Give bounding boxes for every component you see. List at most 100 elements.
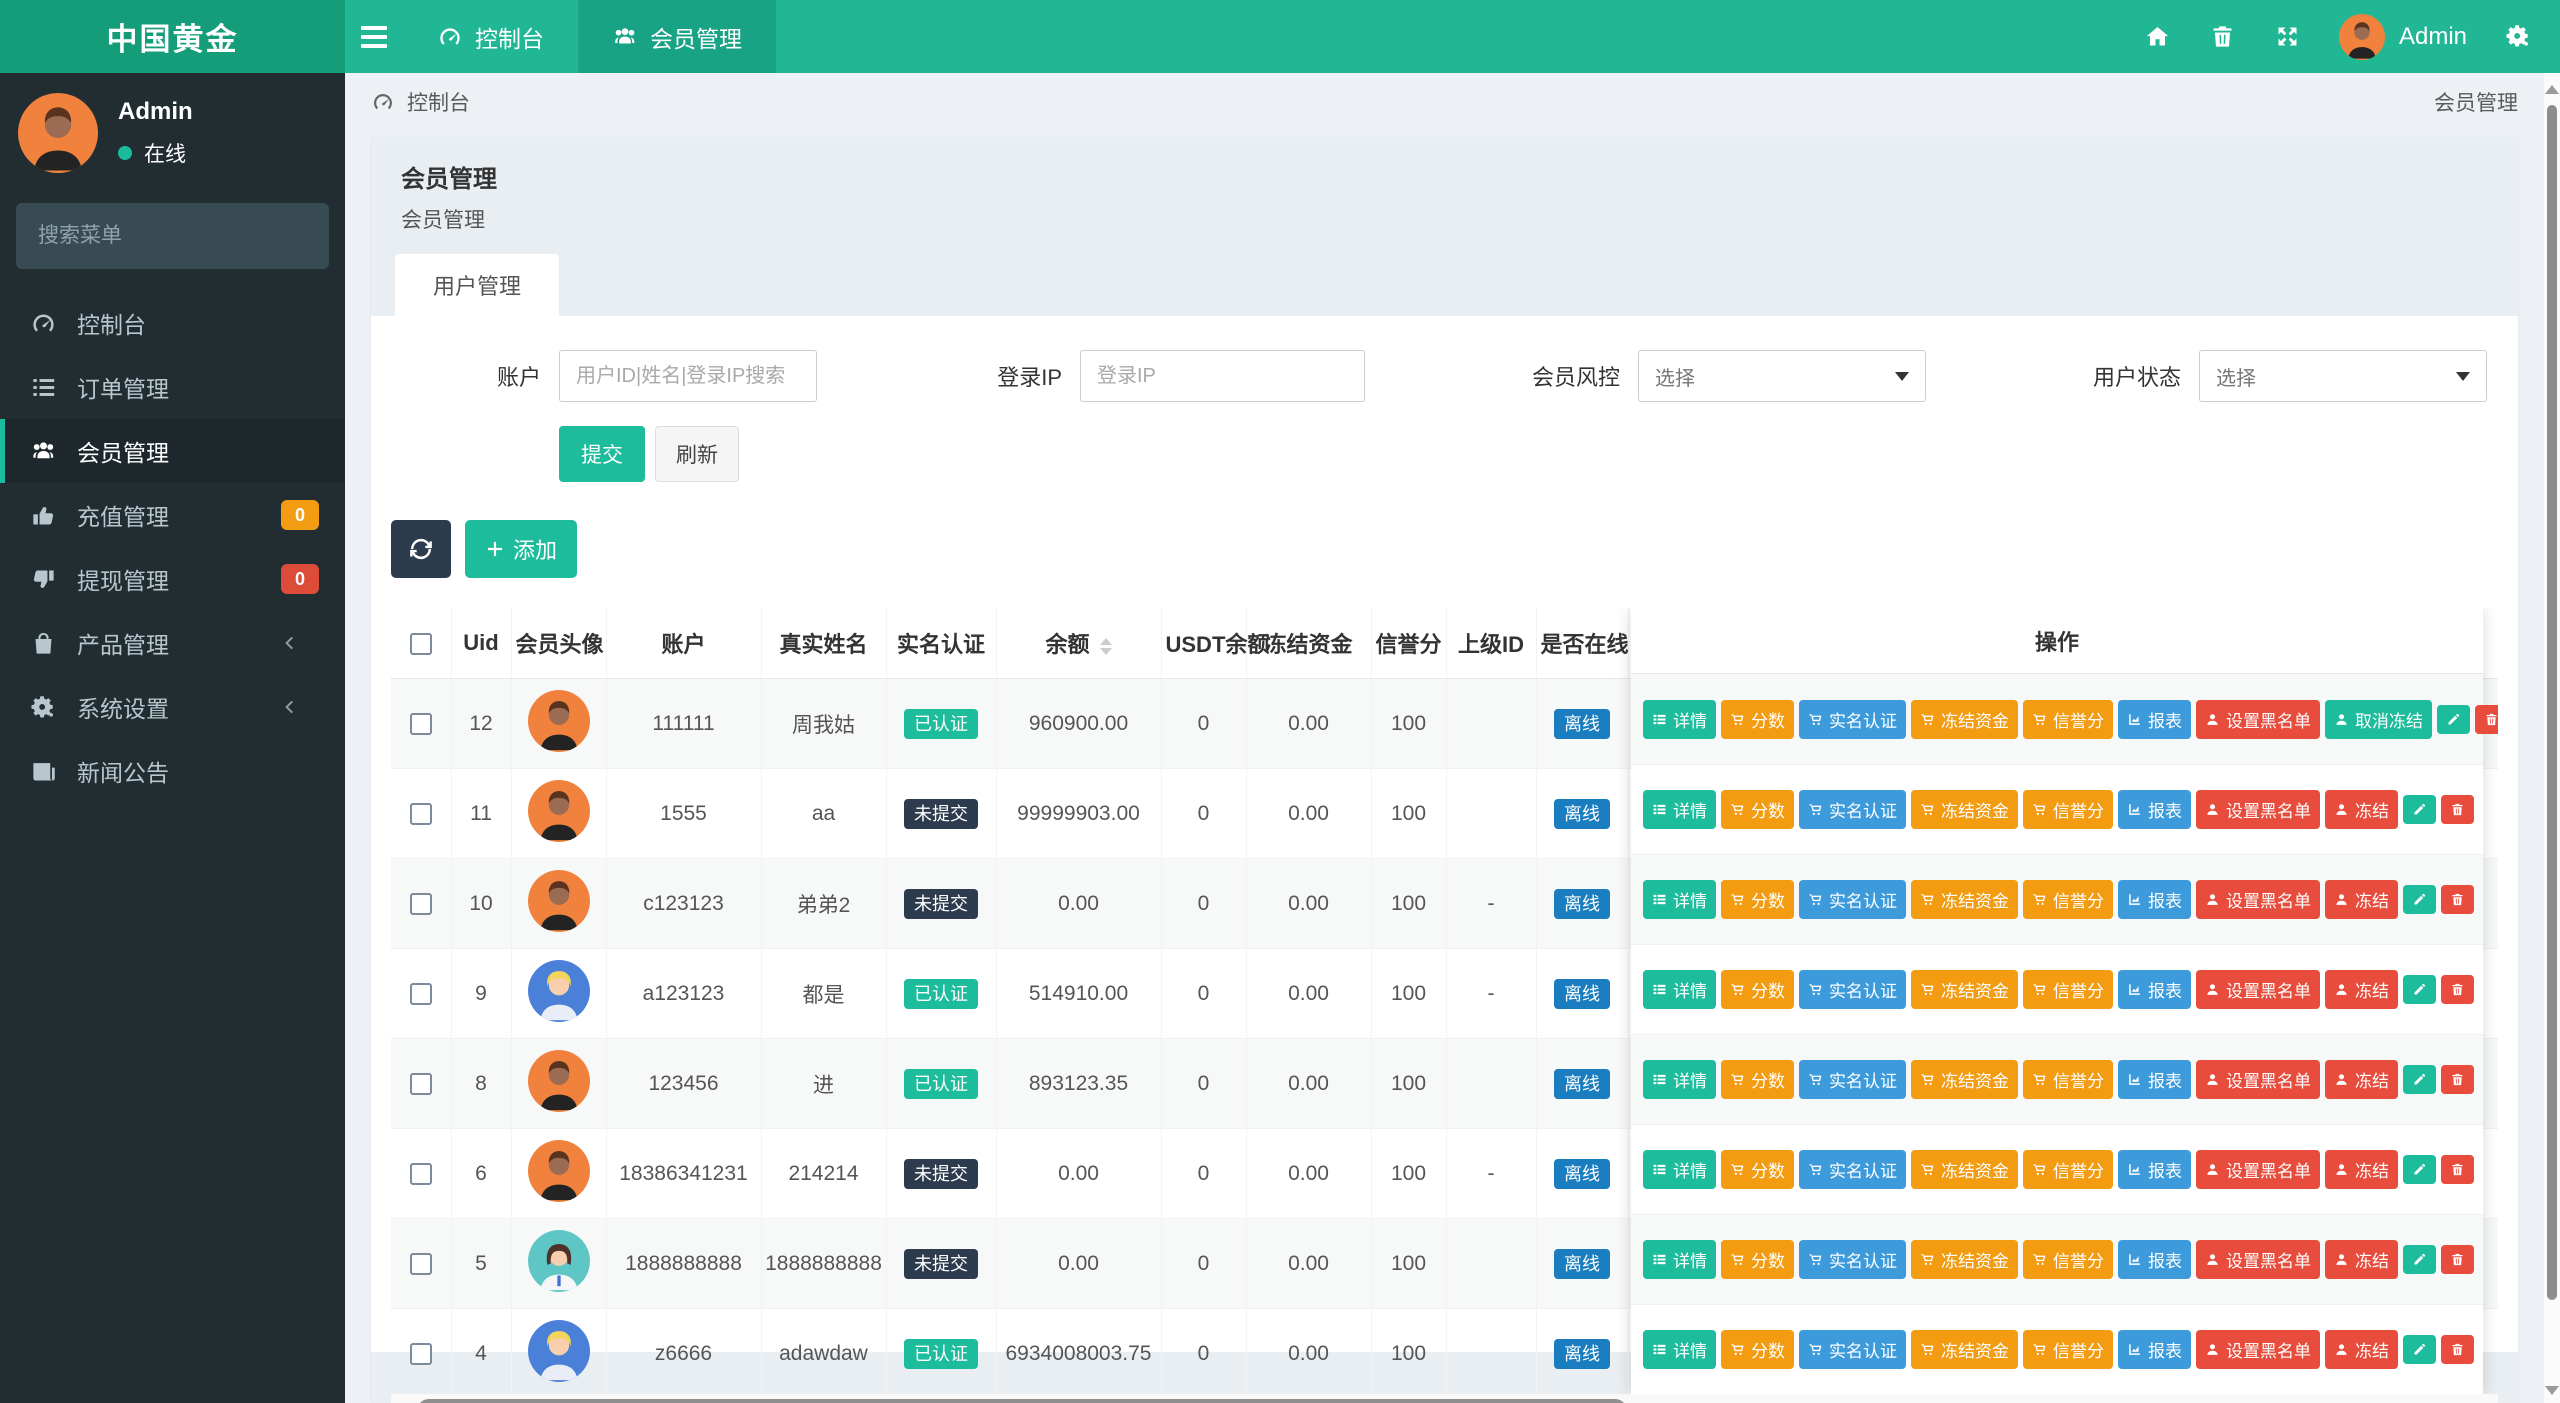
sidebar-item-订单管理[interactable]: 订单管理 (0, 355, 345, 419)
freeze-button[interactable]: 冻结 (2325, 1240, 2398, 1279)
report-button[interactable]: 报表 (2118, 1330, 2191, 1369)
score-button[interactable]: 分数 (1721, 970, 1794, 1009)
score-button[interactable]: 分数 (1721, 790, 1794, 829)
breadcrumb-left[interactable]: 控制台 (407, 87, 470, 117)
freeze-button[interactable]: 冻结 (2325, 1060, 2398, 1099)
sidebar-item-新闻公告[interactable]: 新闻公告 (0, 739, 345, 803)
report-button[interactable]: 报表 (2118, 1240, 2191, 1279)
delete-button[interactable] (2441, 1155, 2474, 1184)
detail-button[interactable]: 详情 (1643, 880, 1716, 919)
edit-button[interactable] (2403, 1155, 2436, 1184)
user-status-select[interactable]: 选择 (2199, 350, 2487, 402)
home-icon[interactable] (2144, 23, 2171, 50)
trash-icon[interactable] (2209, 23, 2236, 50)
sidebar-toggle-button[interactable] (345, 0, 403, 73)
credit-button[interactable]: 信誉分 (2023, 1330, 2113, 1369)
freeze_funds-button[interactable]: 冻结资金 (1911, 790, 2018, 829)
realname-button[interactable]: 实名认证 (1799, 880, 1906, 919)
sidebar-item-会员管理[interactable]: 会员管理 (0, 419, 345, 483)
nav-tab-dashboard[interactable]: 控制台 (403, 0, 578, 73)
freeze-button[interactable]: 冻结 (2325, 880, 2398, 919)
delete-button[interactable] (2475, 705, 2498, 734)
edit-button[interactable] (2403, 1335, 2436, 1364)
credit-button[interactable]: 信誉分 (2023, 880, 2113, 919)
realname-button[interactable]: 实名认证 (1799, 1150, 1906, 1189)
edit-button[interactable] (2403, 1245, 2436, 1274)
sidebar-item-充值管理[interactable]: 充值管理0 (0, 483, 345, 547)
detail-button[interactable]: 详情 (1643, 1150, 1716, 1189)
row-checkbox[interactable] (410, 803, 432, 825)
row-checkbox[interactable] (410, 1163, 432, 1185)
detail-button[interactable]: 详情 (1643, 970, 1716, 1009)
sidebar-item-产品管理[interactable]: 产品管理 (0, 611, 345, 675)
freeze-button[interactable]: 冻结 (2325, 1330, 2398, 1369)
realname-button[interactable]: 实名认证 (1799, 1330, 1906, 1369)
credit-button[interactable]: 信誉分 (2023, 1150, 2113, 1189)
edit-button[interactable] (2403, 885, 2436, 914)
detail-button[interactable]: 详情 (1643, 700, 1716, 739)
delete-button[interactable] (2441, 975, 2474, 1004)
sort-icon[interactable] (1100, 638, 1112, 655)
credit-button[interactable]: 信誉分 (2023, 790, 2113, 829)
detail-button[interactable]: 详情 (1643, 1240, 1716, 1279)
realname-button[interactable]: 实名认证 (1799, 700, 1906, 739)
edit-button[interactable] (2403, 795, 2436, 824)
report-button[interactable]: 报表 (2118, 1060, 2191, 1099)
credit-button[interactable]: 信誉分 (2023, 1060, 2113, 1099)
realname-button[interactable]: 实名认证 (1799, 970, 1906, 1009)
freeze_funds-button[interactable]: 冻结资金 (1911, 1330, 2018, 1369)
edit-button[interactable] (2403, 975, 2436, 1004)
sidebar-item-控制台[interactable]: 控制台 (0, 291, 345, 355)
sidebar-search-input[interactable] (16, 224, 331, 248)
delete-button[interactable] (2441, 885, 2474, 914)
row-checkbox[interactable] (410, 893, 432, 915)
sidebar-item-提现管理[interactable]: 提现管理0 (0, 547, 345, 611)
report-button[interactable]: 报表 (2118, 700, 2191, 739)
freeze-button[interactable]: 冻结 (2325, 1150, 2398, 1189)
credit-button[interactable]: 信誉分 (2023, 970, 2113, 1009)
score-button[interactable]: 分数 (1721, 1240, 1794, 1279)
score-button[interactable]: 分数 (1721, 1150, 1794, 1189)
delete-button[interactable] (2441, 1335, 2474, 1364)
row-checkbox[interactable] (410, 983, 432, 1005)
blacklist-button[interactable]: 设置黑名单 (2196, 1150, 2320, 1189)
realname-button[interactable]: 实名认证 (1799, 1060, 1906, 1099)
delete-button[interactable] (2441, 1245, 2474, 1274)
unfreeze-button[interactable]: 取消冻结 (2325, 700, 2432, 739)
tab-user-management[interactable]: 用户管理 (395, 254, 559, 316)
detail-button[interactable]: 详情 (1643, 1060, 1716, 1099)
blacklist-button[interactable]: 设置黑名单 (2196, 1060, 2320, 1099)
score-button[interactable]: 分数 (1721, 1060, 1794, 1099)
row-checkbox[interactable] (410, 1073, 432, 1095)
detail-button[interactable]: 详情 (1643, 790, 1716, 829)
blacklist-button[interactable]: 设置黑名单 (2196, 1240, 2320, 1279)
detail-button[interactable]: 详情 (1643, 1330, 1716, 1369)
horizontal-scrollbar[interactable] (391, 1394, 2498, 1403)
realname-button[interactable]: 实名认证 (1799, 790, 1906, 829)
delete-button[interactable] (2441, 1065, 2474, 1094)
blacklist-button[interactable]: 设置黑名单 (2196, 790, 2320, 829)
edit-button[interactable] (2437, 705, 2470, 734)
scroll-up-arrow[interactable] (2545, 85, 2559, 94)
score-button[interactable]: 分数 (1721, 1330, 1794, 1369)
fullscreen-icon[interactable] (2274, 23, 2301, 50)
row-checkbox[interactable] (410, 1253, 432, 1275)
blacklist-button[interactable]: 设置黑名单 (2196, 880, 2320, 919)
vertical-scrollbar[interactable] (2544, 73, 2560, 1403)
edit-button[interactable] (2403, 1065, 2436, 1094)
freeze_funds-button[interactable]: 冻结资金 (1911, 1060, 2018, 1099)
report-button[interactable]: 报表 (2118, 1150, 2191, 1189)
topbar-user-menu[interactable]: Admin (2339, 14, 2467, 60)
delete-button[interactable] (2441, 795, 2474, 824)
report-button[interactable]: 报表 (2118, 970, 2191, 1009)
blacklist-button[interactable]: 设置黑名单 (2196, 700, 2320, 739)
blacklist-button[interactable]: 设置黑名单 (2196, 970, 2320, 1009)
report-button[interactable]: 报表 (2118, 880, 2191, 919)
select-all-checkbox[interactable] (410, 633, 432, 655)
credit-button[interactable]: 信誉分 (2023, 700, 2113, 739)
row-checkbox[interactable] (410, 1343, 432, 1365)
score-button[interactable]: 分数 (1721, 700, 1794, 739)
score-button[interactable]: 分数 (1721, 880, 1794, 919)
submit-button[interactable]: 提交 (559, 426, 645, 482)
report-button[interactable]: 报表 (2118, 790, 2191, 829)
